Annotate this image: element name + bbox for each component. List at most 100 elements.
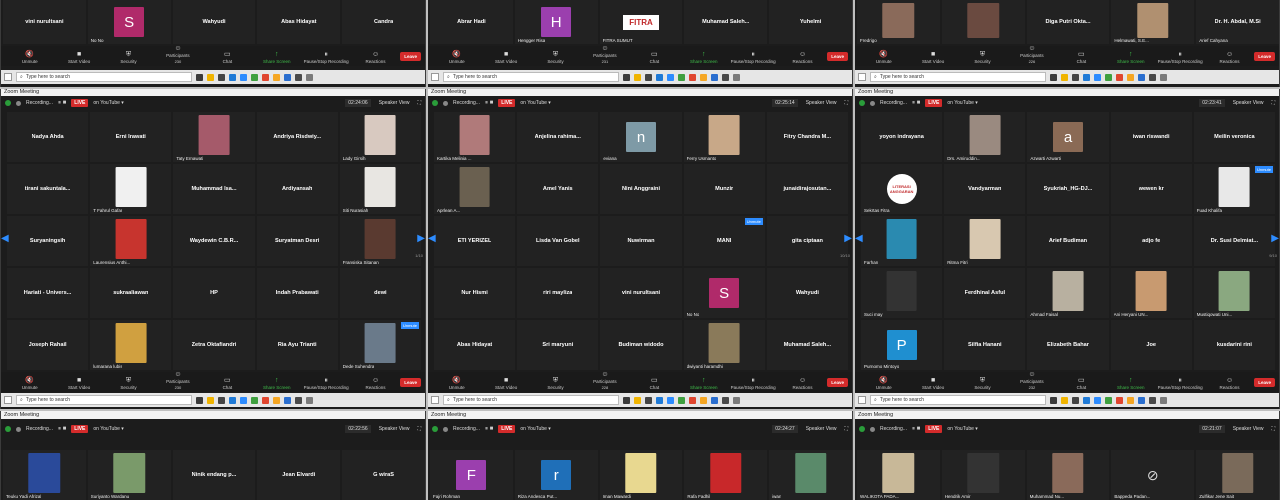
participants-button[interactable]: ☺ Participants 226 <box>1007 45 1056 64</box>
taskbar-app-icon[interactable] <box>272 396 280 404</box>
pause-recording-button[interactable]: ⏸ Pause/Stop Recording <box>1155 51 1204 64</box>
leave-button[interactable]: Leave <box>400 378 422 387</box>
leave-button[interactable]: Leave <box>827 52 849 61</box>
reactions-button[interactable]: ☺ Reactions <box>778 377 827 390</box>
pause-recording-button[interactable]: ⏸ Pause/Stop Recording <box>301 377 350 390</box>
taskbar-app-icon[interactable] <box>1137 73 1145 81</box>
start-icon[interactable] <box>431 396 439 404</box>
fullscreen-icon[interactable]: ⛶ <box>417 426 421 432</box>
taskbar-app-icon[interactable] <box>206 73 214 81</box>
taskbar-app-icon[interactable] <box>250 396 258 404</box>
share-screen-button[interactable]: ↑ Share Screen <box>252 377 301 390</box>
pause-recording-icon[interactable]: ⏸ ■ <box>912 100 920 107</box>
taskbar-app-icon[interactable] <box>239 396 247 404</box>
reactions-button[interactable]: ☺ Reactions <box>351 51 400 64</box>
taskbar-app-icon[interactable] <box>655 396 663 404</box>
taskbar-app-icon[interactable] <box>633 396 641 404</box>
pause-recording-button[interactable]: ⏸ Pause/Stop Recording <box>301 51 350 64</box>
taskbar-app-icon[interactable] <box>721 396 729 404</box>
live-badge[interactable]: LIVE <box>71 425 89 433</box>
leave-button[interactable]: Leave <box>400 52 422 61</box>
taskbar-app-icon[interactable] <box>622 73 630 81</box>
taskbar-app-icon[interactable] <box>1104 73 1112 81</box>
taskbar-app-icon[interactable] <box>688 396 696 404</box>
taskbar-app-icon[interactable] <box>1060 396 1068 404</box>
speaker-view-button[interactable]: Speaker View <box>1230 99 1267 107</box>
security-button[interactable]: ⛨ Security <box>531 51 580 64</box>
taskbar-app-icon[interactable] <box>644 73 652 81</box>
share-screen-button[interactable]: ↑ Share Screen <box>252 51 301 64</box>
participants-button[interactable]: ☺ Participants 230 <box>153 45 202 64</box>
live-badge[interactable]: LIVE <box>71 99 89 107</box>
fullscreen-icon[interactable]: ⛶ <box>844 426 848 432</box>
live-badge[interactable]: LIVE <box>925 99 943 107</box>
taskbar-app-icon[interactable] <box>228 396 236 404</box>
pause-recording-button[interactable]: ⏸ Pause/Stop Recording <box>728 377 777 390</box>
pause-recording-icon[interactable]: ⏸ ■ <box>485 100 493 107</box>
unmute-button[interactable]: 🔇 Unmute <box>432 377 481 390</box>
live-badge[interactable]: LIVE <box>925 425 943 433</box>
participants-button[interactable]: ☺ Participants 228 <box>580 371 629 390</box>
youtube-label[interactable]: on YouTube ▾ <box>520 426 550 432</box>
next-page-arrow[interactable]: ▶ <box>1271 233 1279 244</box>
taskbar-app-icon[interactable] <box>655 73 663 81</box>
taskbar-app-icon[interactable] <box>1082 73 1090 81</box>
youtube-label[interactable]: on YouTube ▾ <box>947 426 977 432</box>
taskbar-app-icon[interactable] <box>633 73 641 81</box>
chat-button[interactable]: ▭ Chat <box>203 51 252 64</box>
unmute-button[interactable]: 🔇 Unmute <box>859 377 908 390</box>
taskbar-app-icon[interactable] <box>228 73 236 81</box>
prev-page-arrow[interactable]: ◀ <box>428 233 436 244</box>
taskbar-app-icon[interactable] <box>1137 396 1145 404</box>
start-icon[interactable] <box>858 396 866 404</box>
participants-button[interactable]: ☺ Participants 232 <box>1007 371 1056 390</box>
taskbar-app-icon[interactable] <box>1159 73 1167 81</box>
taskbar-app-icon[interactable] <box>1093 396 1101 404</box>
taskbar-app-icon[interactable] <box>239 73 247 81</box>
taskbar-app-icon[interactable] <box>710 396 718 404</box>
prev-page-arrow[interactable]: ◀ <box>855 233 863 244</box>
taskbar-app-icon[interactable] <box>1104 396 1112 404</box>
taskbar-app-icon[interactable] <box>250 73 258 81</box>
fullscreen-icon[interactable]: ⛶ <box>844 100 848 106</box>
participants-button[interactable]: ☺ Participants 230 <box>153 371 202 390</box>
taskbar-search[interactable]: ⌕ Type here to search <box>870 72 1046 82</box>
taskbar-app-icon[interactable] <box>666 396 674 404</box>
start-video-button[interactable]: ■ Start Video <box>481 377 530 390</box>
youtube-label[interactable]: on YouTube ▾ <box>947 100 977 106</box>
taskbar-search[interactable]: ⌕ Type here to search <box>443 395 619 405</box>
chat-button[interactable]: ▭ Chat <box>630 51 679 64</box>
taskbar-app-icon[interactable] <box>1115 396 1123 404</box>
taskbar-app-icon[interactable] <box>195 396 203 404</box>
taskbar-app-icon[interactable] <box>677 396 685 404</box>
youtube-label[interactable]: on YouTube ▾ <box>520 100 550 106</box>
taskbar-search[interactable]: ⌕ Type here to search <box>443 72 619 82</box>
unmute-button[interactable]: 🔇 Unmute <box>5 51 54 64</box>
reactions-button[interactable]: ☺ Reactions <box>778 51 827 64</box>
security-button[interactable]: ⛨ Security <box>531 377 580 390</box>
start-video-button[interactable]: ■ Start Video <box>908 51 957 64</box>
start-icon[interactable] <box>858 73 866 81</box>
pause-recording-button[interactable]: ⏸ Pause/Stop Recording <box>728 51 777 64</box>
taskbar-app-icon[interactable] <box>206 396 214 404</box>
leave-button[interactable]: Leave <box>1254 378 1276 387</box>
taskbar-app-icon[interactable] <box>1126 73 1134 81</box>
taskbar-app-icon[interactable] <box>217 73 225 81</box>
taskbar-app-icon[interactable] <box>195 73 203 81</box>
taskbar-app-icon[interactable] <box>294 396 302 404</box>
share-screen-button[interactable]: ↑ Share Screen <box>679 51 728 64</box>
taskbar-app-icon[interactable] <box>710 73 718 81</box>
taskbar-app-icon[interactable] <box>1071 396 1079 404</box>
taskbar-app-icon[interactable] <box>305 396 313 404</box>
speaker-view-button[interactable]: Speaker View <box>376 425 413 433</box>
start-video-button[interactable]: ■ Start Video <box>481 51 530 64</box>
security-button[interactable]: ⛨ Security <box>104 51 153 64</box>
leave-button[interactable]: Leave <box>827 378 849 387</box>
taskbar-app-icon[interactable] <box>1082 396 1090 404</box>
chat-button[interactable]: ▭ Chat <box>1057 377 1106 390</box>
taskbar-app-icon[interactable] <box>1159 396 1167 404</box>
taskbar-app-icon[interactable] <box>699 73 707 81</box>
taskbar-app-icon[interactable] <box>622 396 630 404</box>
fullscreen-icon[interactable]: ⛶ <box>1271 426 1275 432</box>
taskbar-app-icon[interactable] <box>1148 73 1156 81</box>
